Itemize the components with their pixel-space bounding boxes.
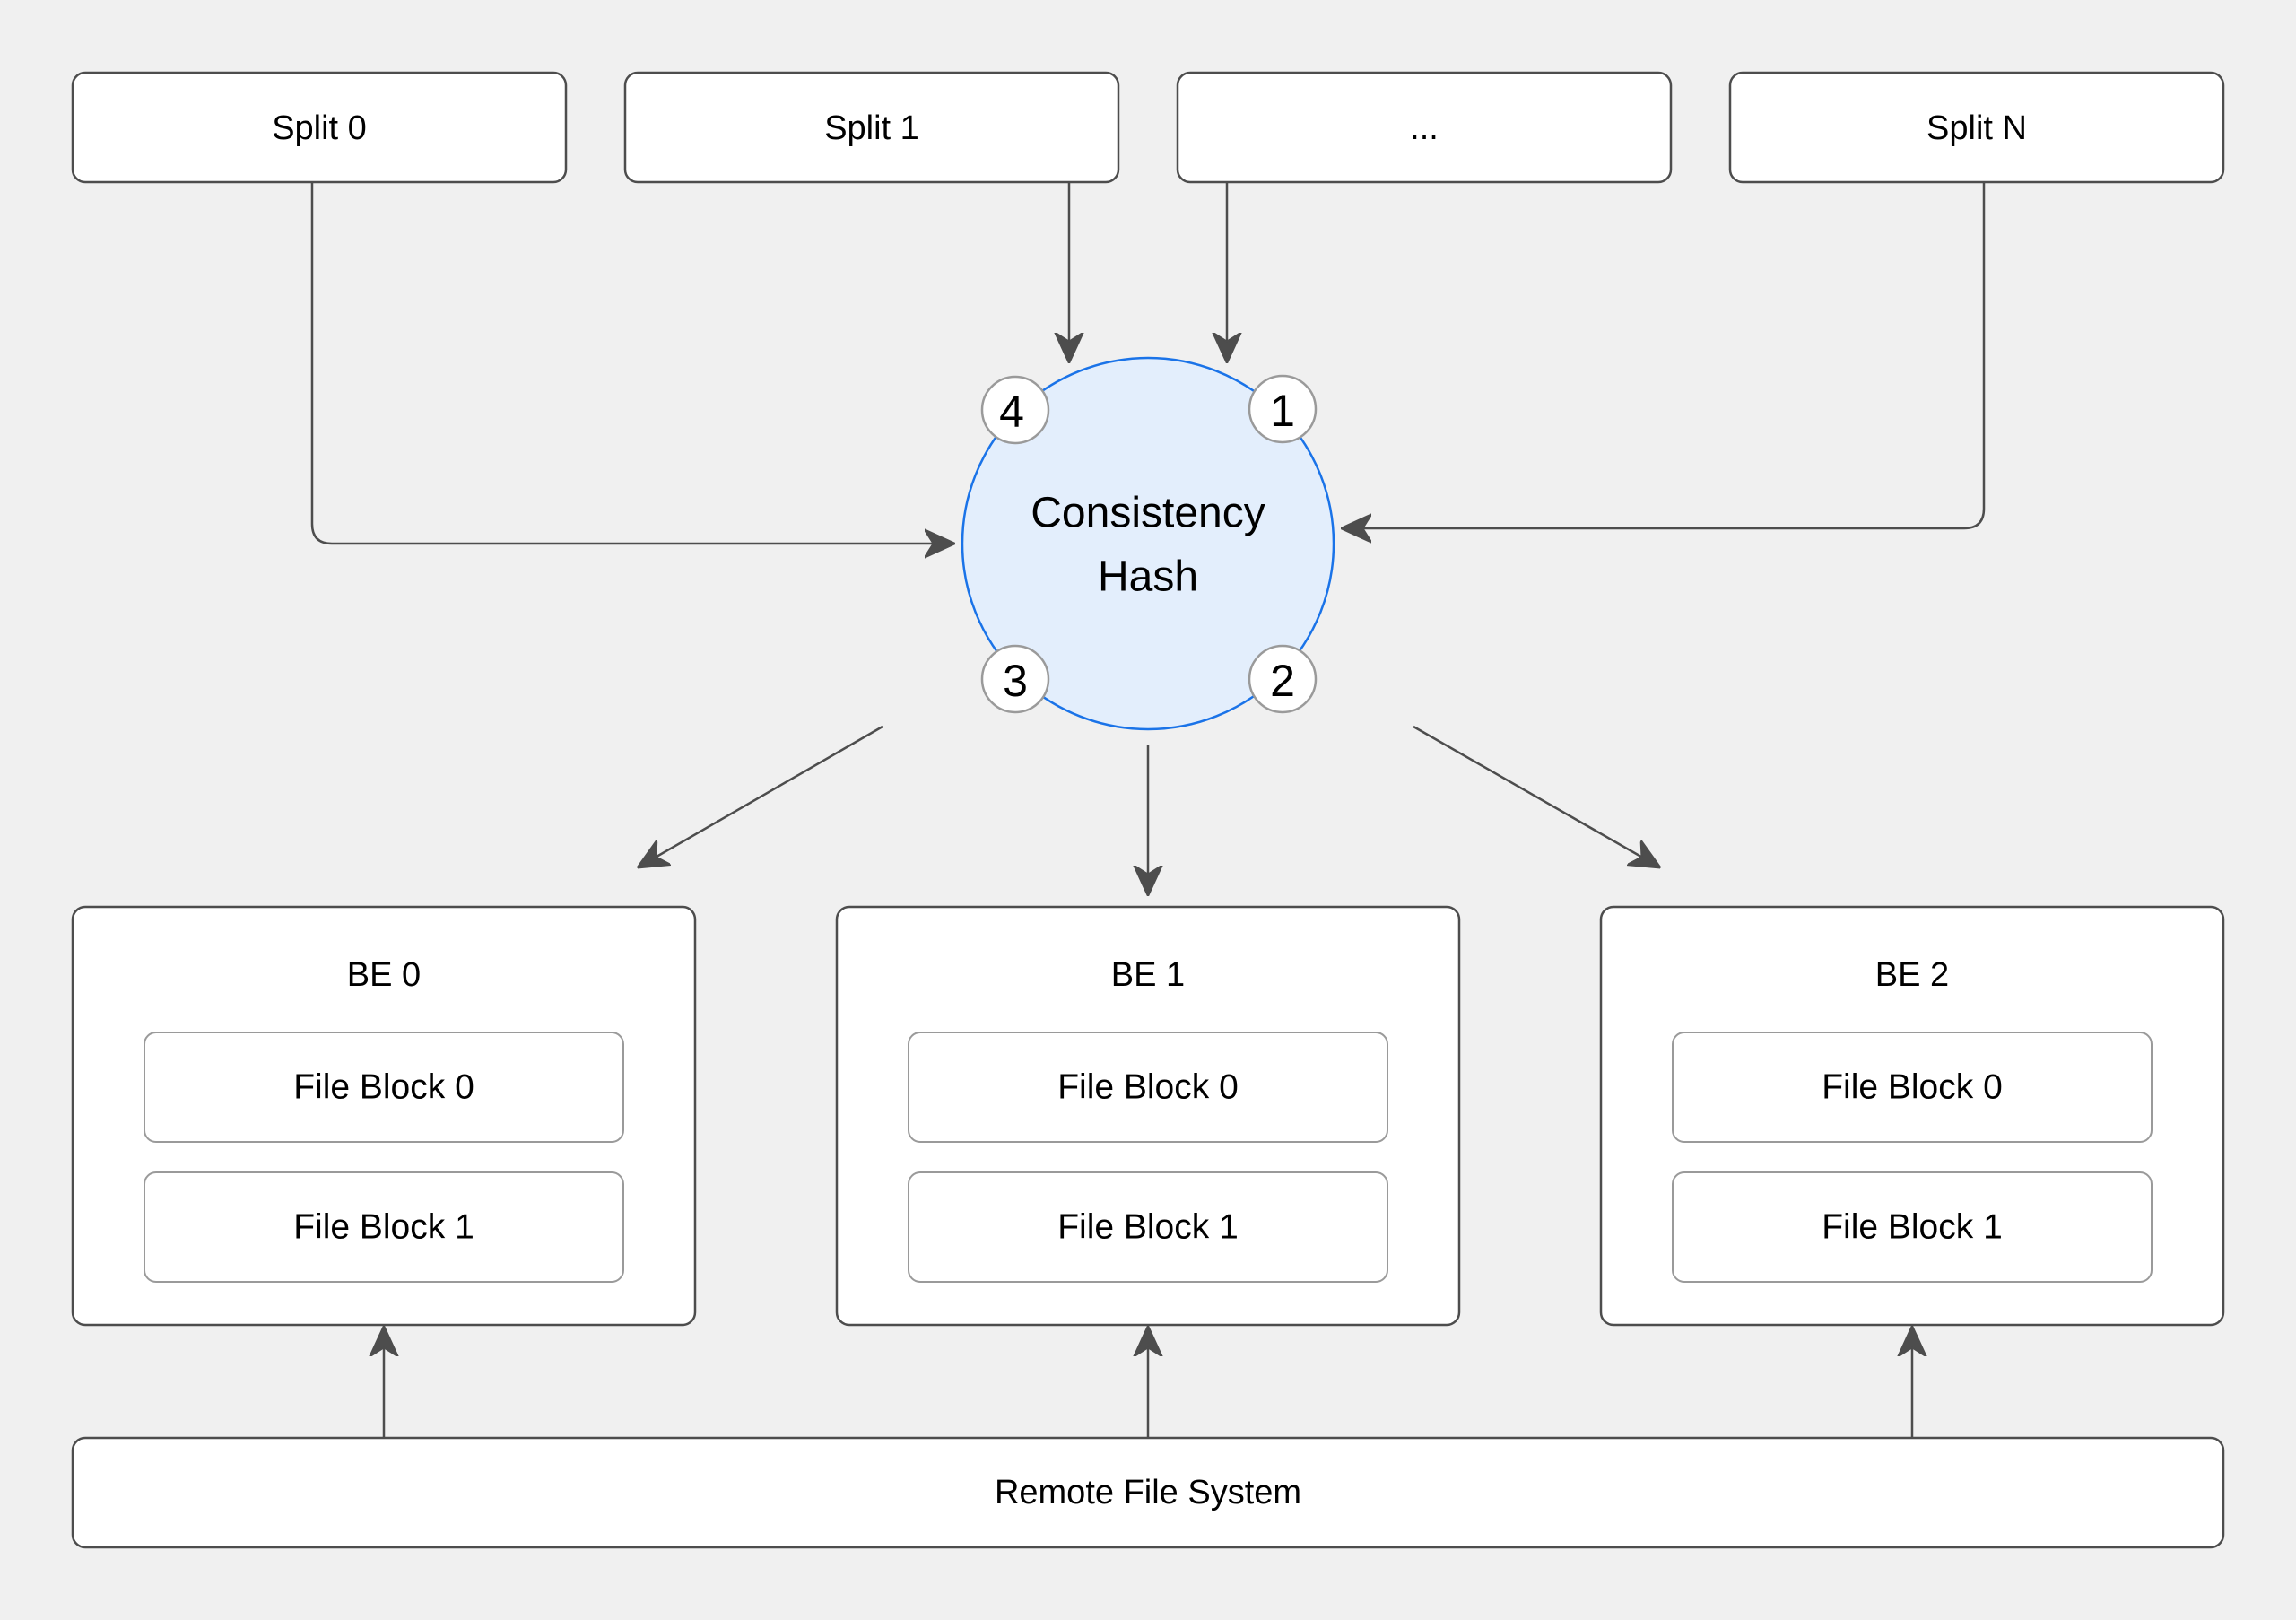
split-label: Split N [1926,109,2027,147]
edge-hash-to-be0 [639,725,883,867]
split-box-n[interactable]: Split N [1728,71,2225,184]
remote-file-system-box[interactable]: Remote File System [71,1436,2225,1549]
remote-file-system-label: Remote File System [995,1474,1301,1511]
split-box-0[interactable]: Split 0 [71,71,568,184]
backend-label: BE 1 [1111,956,1185,994]
hash-node-label: 3 [1003,656,1028,706]
hash-node-label: 1 [1270,386,1295,436]
hash-node-2[interactable]: 2 [1248,644,1318,714]
hash-node-3[interactable]: 3 [980,644,1050,714]
split-box-ellipsis[interactable]: ... [1176,71,1673,184]
file-block-0[interactable]: File Block 0 [1672,1032,2152,1143]
backend-box-2[interactable]: BE 2 File Block 0 File Block 1 [1599,905,2225,1327]
file-block-label: File Block 0 [293,1068,474,1107]
file-block-label: File Block 0 [1822,1068,2003,1107]
backend-box-1[interactable]: BE 1 File Block 0 File Block 1 [835,905,1461,1327]
hash-node-4[interactable]: 4 [980,375,1050,445]
edge-hash-to-be2 [1413,725,1658,867]
split-label: Split 1 [824,109,919,147]
backend-box-0[interactable]: BE 0 File Block 0 File Block 1 [71,905,697,1327]
file-block-1[interactable]: File Block 1 [908,1171,1388,1283]
edge-splitn-to-hash [1344,182,1986,528]
hash-title-line1: Consistency [1031,490,1265,537]
backend-label: BE 0 [347,956,421,994]
split-label: Split 0 [272,109,367,147]
file-block-label: File Block 0 [1057,1068,1239,1107]
file-block-0[interactable]: File Block 0 [908,1032,1388,1143]
hash-node-1[interactable]: 1 [1248,374,1318,444]
file-block-1[interactable]: File Block 1 [144,1171,624,1283]
hash-title-line2: Hash [1098,553,1198,601]
file-block-label: File Block 1 [1822,1208,2003,1247]
edge-split0-to-hash [310,182,952,544]
file-block-label: File Block 1 [293,1208,474,1247]
split-box-1[interactable]: Split 1 [623,71,1120,184]
architecture-diagram: Split 0 Split 1 ... Split N Consistency … [71,71,2225,1549]
file-block-0[interactable]: File Block 0 [144,1032,624,1143]
backend-label: BE 2 [1875,956,1949,994]
file-block-1[interactable]: File Block 1 [1672,1171,2152,1283]
file-block-label: File Block 1 [1057,1208,1239,1247]
hash-node-label: 2 [1270,656,1295,706]
split-label: ... [1410,109,1439,147]
hash-node-label: 4 [999,387,1024,437]
